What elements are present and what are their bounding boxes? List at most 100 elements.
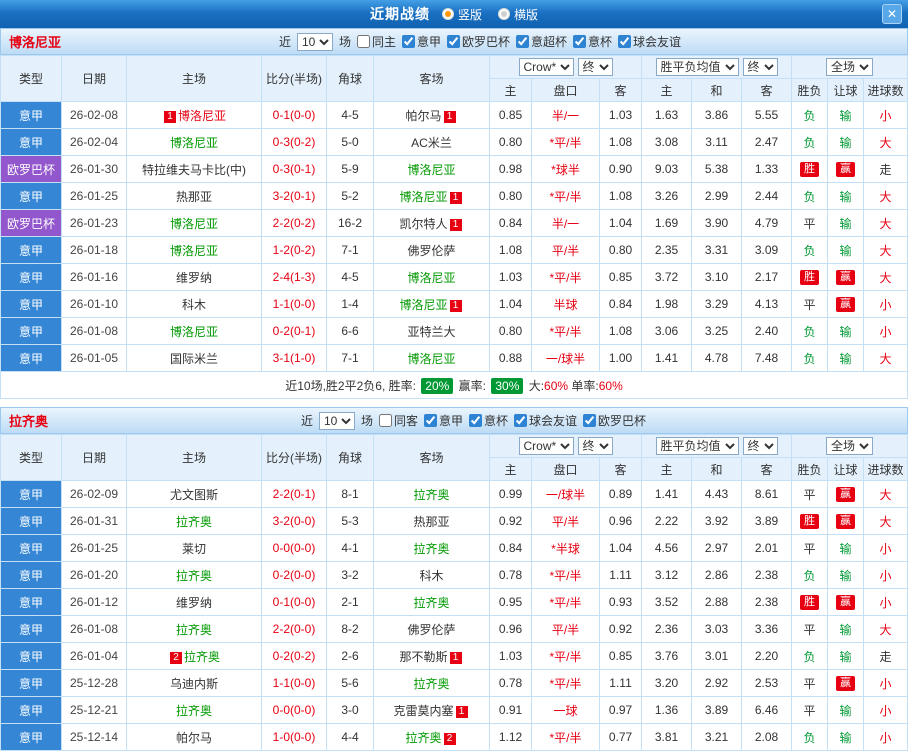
- stats-footer-part: 近10场,胜2平2负6, 胜率:: [285, 378, 420, 393]
- scope-select[interactable]: 全场: [826, 437, 874, 455]
- recent-count-select[interactable]: 10: [296, 32, 333, 51]
- result-outcome-cell: 平: [791, 480, 829, 508]
- avg-source-select[interactable]: 胜平负均值: [655, 58, 739, 76]
- result-outcome-cell: 胜: [791, 507, 829, 535]
- filter-checkbox[interactable]: 欧罗巴杯: [447, 33, 510, 50]
- section-header-bologna: 博洛尼亚 近 10 场 同主 意甲 欧罗巴杯 意超杯 意杯 球会友谊: [0, 28, 908, 55]
- avg-odds-cell: 3.92: [691, 507, 743, 535]
- filter-checkbox[interactable]: 意杯: [573, 33, 612, 50]
- filter-checkbox[interactable]: 同客: [378, 412, 418, 429]
- home-team-name: 维罗纳: [175, 595, 212, 610]
- avg-odds-cell: 3.03: [691, 615, 743, 643]
- home-team-cell: 博洛尼亚: [126, 236, 262, 264]
- result-handicap-cell: 赢: [827, 507, 865, 535]
- avg-odds-cell: 9.03: [641, 155, 693, 183]
- score-cell: 0-1(0-0): [261, 588, 327, 616]
- avg-odds-cell: 3.36: [741, 615, 793, 643]
- avg-odds-cell: 5.38: [691, 155, 743, 183]
- away-team-cell: 热那亚: [373, 507, 490, 535]
- date-cell: 25-12-28: [61, 669, 127, 697]
- home-team-name: 博洛尼亚: [169, 243, 218, 258]
- filter-checkbox[interactable]: 意超杯: [516, 33, 567, 50]
- filter-checkbox-input[interactable]: [516, 35, 530, 48]
- red-card-badge: 1: [449, 651, 462, 664]
- filter-checkbox-input[interactable]: [424, 414, 437, 427]
- filter-checkbox-input[interactable]: [356, 35, 370, 48]
- filter-checkbox[interactable]: 欧罗巴杯: [583, 412, 646, 429]
- corner-cell: 4-1: [326, 534, 374, 562]
- odds-cell: 0.89: [598, 480, 643, 508]
- filter-checkbox[interactable]: 意甲: [424, 412, 463, 429]
- filter-checkbox-label: 球会友谊: [529, 414, 578, 428]
- odds-cell: 0.77: [598, 723, 643, 751]
- score-cell: 1-0(0-0): [261, 723, 327, 751]
- odds-cell: 1.11: [598, 669, 643, 697]
- filter-checkbox-input[interactable]: [618, 35, 632, 48]
- result-outcome-cell: 负: [791, 561, 829, 589]
- home-team-name: 博洛尼亚: [169, 135, 218, 150]
- column-header: 进球数: [863, 457, 908, 481]
- avg-odds-cell: 1.63: [641, 101, 693, 129]
- avg-odds-cell: 3.89: [691, 696, 743, 724]
- result-outcome-cell: 平: [791, 669, 829, 697]
- filter-checkbox-input[interactable]: [583, 414, 597, 427]
- match-row: 意甲 26-01-31 拉齐奥 3-2(0-0) 5-3 热那亚 0.92 平/半 0.96 2.…: [0, 507, 908, 535]
- filter-checkbox[interactable]: 球会友谊: [514, 412, 577, 429]
- avg-period-select[interactable]: 终: [742, 58, 778, 76]
- away-team-cell: 克雷莫内塞 1: [373, 696, 490, 724]
- corner-cell: 7-1: [326, 236, 374, 264]
- away-team-name: 博洛尼亚: [407, 162, 456, 177]
- result-outcome-cell: 平: [791, 290, 829, 318]
- stats-footer-part: 60%: [598, 378, 623, 393]
- handicap-cell: 半/一: [531, 209, 600, 237]
- recent-count-select[interactable]: 10: [318, 411, 355, 430]
- result-handicap-cell: 输: [827, 696, 865, 724]
- result-goals-cell: 大: [863, 507, 908, 535]
- avg-odds-cell: 2.20: [741, 642, 793, 670]
- odds-cell: 1.12: [489, 723, 532, 751]
- avg-odds-cell: 3.09: [741, 236, 793, 264]
- filter-checkbox-input[interactable]: [514, 414, 528, 427]
- scope-select[interactable]: 全场: [826, 58, 874, 76]
- away-team-name: 克雷莫内塞: [393, 703, 454, 718]
- filter-checkbox[interactable]: 球会友谊: [618, 33, 681, 50]
- avg-odds-cell: 4.79: [741, 209, 793, 237]
- league-type-cell: 意甲: [0, 263, 62, 291]
- date-cell: 26-02-04: [61, 128, 127, 156]
- layout-radio-vertical[interactable]: 竖版: [441, 6, 482, 23]
- score-cell: 2-2(0-2): [261, 209, 327, 237]
- filter-checkbox-input[interactable]: [469, 414, 483, 427]
- filter-checkbox[interactable]: 意杯: [469, 412, 508, 429]
- layout-radio-horizontal[interactable]: 横版: [498, 6, 538, 23]
- odds-period-select[interactable]: 终: [577, 58, 613, 76]
- result-goals-cell: 走: [863, 155, 908, 183]
- home-team-cell: 帕尔马: [126, 723, 262, 751]
- filter-checkbox[interactable]: 意甲: [401, 33, 441, 50]
- score-cell: 1-2(0-2): [261, 236, 327, 264]
- avg-period-select[interactable]: 终: [742, 437, 778, 455]
- filter-checkbox-input[interactable]: [447, 35, 460, 48]
- odds-cell: 1.04: [598, 209, 643, 237]
- avg-source-select[interactable]: 胜平负均值: [655, 437, 739, 455]
- odds-source-select[interactable]: Crow*: [518, 437, 574, 455]
- avg-odds-cell: 2.99: [691, 182, 743, 210]
- avg-odds-cell: 3.20: [641, 669, 693, 697]
- home-team-cell: 特拉维夫马卡比(中): [126, 155, 262, 183]
- stats-footer-part: 60%: [544, 378, 569, 393]
- score-cell: 3-1(1-0): [261, 344, 327, 372]
- odds-period-select[interactable]: 终: [577, 437, 613, 455]
- recent-label: 近: [278, 35, 291, 49]
- stats-footer: 近10场,胜2平2负6, 胜率: 20% 赢率: 30% 大:60% 单率:60…: [0, 371, 908, 399]
- score-cell: 0-3(0-2): [261, 128, 327, 156]
- avg-odds-cell: 2.01: [741, 534, 793, 562]
- filter-checkbox-input[interactable]: [401, 35, 415, 48]
- home-team-name: 博洛尼亚: [169, 324, 218, 339]
- away-team-cell: 博洛尼亚: [373, 263, 490, 291]
- odds-source-select[interactable]: Crow*: [518, 58, 574, 76]
- filter-checkbox[interactable]: 同主: [356, 33, 396, 50]
- filter-checkbox-input[interactable]: [573, 35, 587, 48]
- close-button[interactable]: ✕: [882, 4, 902, 24]
- filter-checkbox-input[interactable]: [378, 414, 392, 427]
- home-team-name: 国际米兰: [169, 351, 218, 366]
- avg-odds-cell: 3.12: [641, 561, 693, 589]
